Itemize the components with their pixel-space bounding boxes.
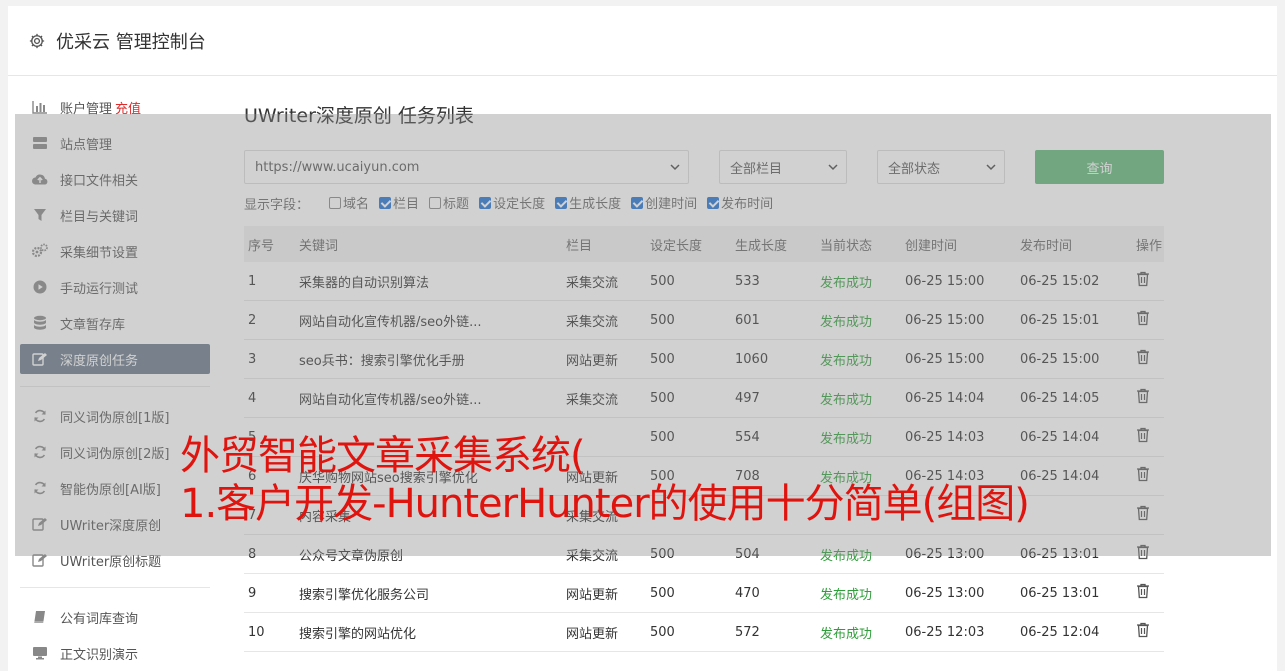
- monitor-icon: [31, 645, 49, 661]
- watermark-line-1: 外贸智能文章采集系统(: [180, 433, 586, 479]
- table-cell: 网站更新: [566, 587, 619, 603]
- table-cell: 网站更新: [566, 626, 619, 642]
- table-cell: 06-25 12:04: [1020, 624, 1100, 640]
- watermark-line-2: 1.客户开发-HunterHunter的使用十分简单(组图): [180, 481, 1030, 527]
- trash-icon: [1136, 583, 1150, 603]
- book-icon: [31, 609, 49, 625]
- table-cell: 发布成功: [820, 626, 873, 642]
- table-cell: 470: [735, 585, 760, 601]
- sidebar-item-label: 公有词库查询: [60, 611, 139, 627]
- table-cell: 9: [248, 585, 257, 601]
- table-cell: 搜索引擎优化服务公司: [299, 587, 430, 603]
- sidebar-item-label: 正文识别演示: [60, 647, 139, 663]
- table-cell: 搜索引擎的网站优化: [299, 626, 417, 642]
- gear-icon: [29, 33, 45, 48]
- sidebar-item-14[interactable]: 正文识别演示: [20, 638, 210, 668]
- table-cell: 500: [650, 585, 675, 601]
- trash-icon: [1136, 622, 1150, 642]
- table-cell: 06-25 12:03: [905, 624, 985, 640]
- app-title: 优采云 管理控制台: [56, 31, 206, 53]
- table-cell: 发布成功: [820, 587, 873, 603]
- table-cell: 572: [735, 624, 760, 640]
- sidebar-divider: [20, 587, 210, 588]
- table-cell: 500: [650, 624, 675, 640]
- table-row: 10 搜索引擎的网站优化 网站更新 500 572 发布成功 06-25 12:03 06-2…: [244, 613, 1164, 652]
- sidebar-item-13[interactable]: 公有词库查询: [20, 602, 210, 632]
- table-cell: 06-25 13:00: [905, 585, 985, 601]
- delete-button[interactable]: [1132, 622, 1164, 642]
- delete-button[interactable]: [1132, 583, 1164, 603]
- table-cell: 06-25 13:01: [1020, 585, 1100, 601]
- watermark-text: 外贸智能文章采集系统( 1.客户开发-HunterHunter的使用十分简单(组…: [180, 432, 1030, 528]
- bar-chart-icon: [31, 99, 49, 115]
- table-row: 9 搜索引擎优化服务公司 网站更新 500 470 发布成功 06-25 13:00 06-2…: [244, 574, 1164, 613]
- top-bar: 优采云 管理控制台: [8, 6, 1277, 76]
- table-cell: 10: [248, 624, 265, 640]
